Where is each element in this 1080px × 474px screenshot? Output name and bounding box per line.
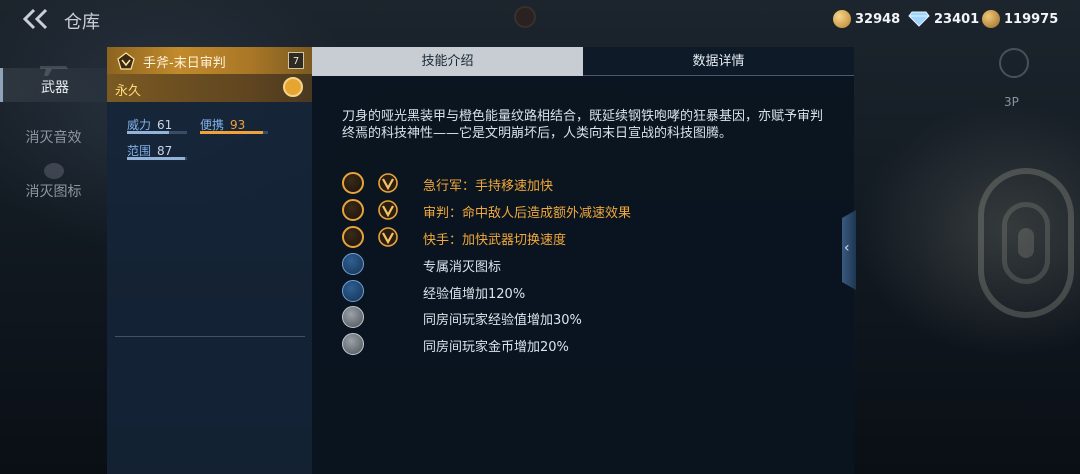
stat-power-bar	[127, 131, 187, 134]
vip-v-icon	[378, 173, 398, 193]
gold-coin-icon	[833, 10, 851, 28]
medal-coin-icon	[982, 10, 1000, 28]
feature-text: 专属消灭图标	[423, 260, 502, 275]
feature-row: 快手：加快武器切换速度	[342, 226, 566, 248]
tab-data-details[interactable]: 数据详情	[583, 47, 854, 76]
weapon-rank-icon	[117, 52, 135, 70]
feature-row: 同房间玩家经验值增加30%	[342, 306, 582, 328]
stat-power-value: 61	[157, 118, 173, 132]
stat-portability-label: 便携	[200, 118, 225, 132]
stat-portability: 便携 93	[200, 116, 268, 134]
feature-text: 经验值增加120%	[423, 287, 526, 302]
stat-range: 范围 87	[127, 142, 187, 160]
judgement-icon	[342, 199, 364, 221]
stat-portability-value: 93	[230, 118, 246, 132]
currency-diamond[interactable]: 23401	[908, 9, 979, 29]
feature-row: 专属消灭图标	[342, 253, 501, 275]
tab-skill-intro[interactable]: 技能介绍	[312, 47, 583, 76]
settings-button[interactable]	[999, 48, 1029, 78]
chevron-left-icon: ‹	[844, 240, 850, 256]
feature-row: 审判：命中敌人后造成额外减速效果	[342, 199, 631, 221]
stat-power: 威力 61	[127, 116, 187, 134]
weapon-level-badge: 7	[288, 52, 304, 69]
left-nav: 武器 消灭音效 消灭图标	[0, 40, 107, 474]
diamond-icon	[908, 11, 930, 27]
background-target	[978, 168, 1074, 318]
currency-medal[interactable]: 119975	[982, 9, 1058, 29]
weapon-skin-icon[interactable]	[283, 77, 303, 97]
stat-power-label: 威力	[127, 118, 152, 132]
panel-divider	[115, 336, 305, 337]
feature-text: 审判：命中敌人后造成额外减速效果	[423, 206, 632, 221]
feature-text: 同房间玩家经验值增加30%	[423, 313, 582, 328]
feature-row: 急行军：手持移速加快	[342, 172, 553, 194]
double-chevron-left-icon	[22, 8, 48, 30]
weapon-duration: 永久	[115, 84, 142, 99]
room-exp-icon	[342, 306, 364, 328]
quick-hand-icon	[342, 226, 364, 248]
feature-text: 急行军：手持移速加快	[423, 179, 554, 194]
weapon-name: 手斧-末日审判	[143, 56, 226, 71]
currency-gold-value: 32948	[855, 11, 901, 27]
nav-item-weapon[interactable]: 武器	[0, 68, 107, 102]
stat-range-label: 范围	[127, 144, 152, 158]
view-mode-label: 3P	[1004, 95, 1019, 109]
stat-range-value: 87	[157, 144, 173, 158]
running-man-icon	[342, 172, 364, 194]
top-bar: 仓库 32948 23401 119975	[0, 0, 1080, 38]
feature-text: 快手：加快武器切换速度	[423, 233, 567, 248]
exp-plus-icon	[342, 280, 364, 302]
feature-row: 同房间玩家金币增加20%	[342, 333, 569, 355]
center-indicator	[514, 6, 536, 28]
currency-diamond-value: 23401	[934, 11, 980, 27]
weapon-header: 手斧-末日审判 7	[107, 47, 312, 74]
nav-item-kill-sound[interactable]: 消灭音效	[0, 126, 107, 150]
room-gold-icon	[342, 333, 364, 355]
page-title: 仓库	[64, 12, 100, 33]
vip-v-icon	[378, 227, 398, 247]
weapon-description: 刀身的哑光黑装甲与橙色能量纹路相结合，既延续钢铁咆哮的狂暴基因，亦赋予审判终焉的…	[342, 109, 824, 141]
currency-medal-value: 119975	[1004, 11, 1059, 27]
currency-gold[interactable]: 32948	[833, 9, 900, 29]
kill-icon-badge	[342, 253, 364, 275]
back-button[interactable]	[22, 8, 52, 30]
feature-text: 同房间玩家金币增加20%	[423, 340, 569, 355]
nav-item-kill-icon[interactable]: 消灭图标	[0, 180, 107, 204]
stat-range-bar	[127, 157, 187, 160]
skull-silhouette-icon	[44, 163, 64, 179]
feature-row: 经验值增加120%	[342, 280, 525, 302]
detail-panel: 技能介绍 数据详情 刀身的哑光黑装甲与橙色能量纹路相结合，既延续钢铁咆哮的狂暴基…	[312, 47, 854, 474]
vip-v-icon	[378, 200, 398, 220]
weapon-duration-row: 永久	[107, 74, 312, 102]
stat-portability-bar	[200, 131, 268, 134]
weapon-panel: 手斧-末日审判 7 永久 威力 61 便携 93 范围 87	[107, 47, 312, 474]
